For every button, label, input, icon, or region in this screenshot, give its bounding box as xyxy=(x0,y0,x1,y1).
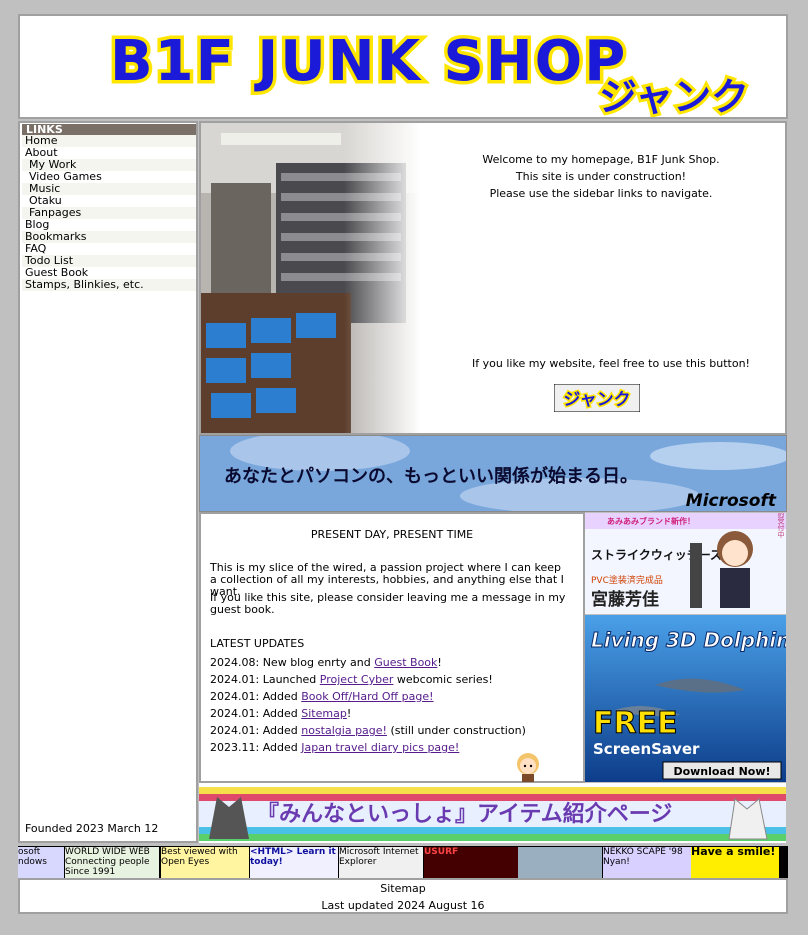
logo-kana: ジャンク xyxy=(599,75,749,117)
welcome-panel: Welcome to my homepage, B1F Junk Shop. T… xyxy=(199,121,787,435)
shop-photo xyxy=(201,123,421,433)
update-text: Added xyxy=(262,690,302,703)
logo-title: B1F JUNK SHOP xyxy=(110,29,627,94)
button-text: Best viewed with Open Eyes xyxy=(161,847,238,867)
update-text: Added xyxy=(262,707,302,720)
figure-ad-art: あみあみブランド新作！ ストライクウィッチーズ PVC塗装済完成品 宮藤芳佳 好… xyxy=(585,513,786,614)
html-button[interactable]: <HTML> Learn it today! xyxy=(250,847,338,878)
update-text: ! xyxy=(346,707,352,720)
update-date: 2024.01: xyxy=(210,690,260,703)
www-button[interactable]: WORLD WIDE WEB Connecting people Since 1… xyxy=(65,847,159,878)
button-text: Microsoft Internet Explorer xyxy=(339,847,419,867)
dolphin-ad-title: Living 3D Dolphins xyxy=(591,628,786,652)
figure-ad[interactable]: あみあみブランド新作！ ストライクウィッチーズ PVC塗装済完成品 宮藤芳佳 好… xyxy=(585,513,786,614)
have-a-smile-button[interactable]: Have a smile! xyxy=(691,847,779,878)
dolphin-screensaver-ad[interactable]: Living 3D Dolphins FREE ScreenSaver Down… xyxy=(585,615,786,782)
welcome-line-3: Please use the sidebar links to navigate… xyxy=(489,187,713,200)
updates-list: 2024.08: New blog enrty and Guest Book! … xyxy=(210,654,526,756)
update-item: 2024.08: New blog enrty and Guest Book! xyxy=(210,654,526,671)
microsoft-banner[interactable]: あなたとパソコンの、もっといい関係が始まる日。 Microsoft xyxy=(199,435,787,512)
update-text: Added xyxy=(262,741,302,754)
button-strip: osoft ndows WORLD WIDE WEB Connecting pe… xyxy=(18,846,788,878)
update-item: 2024.01: Added Book Off/Hard Off page! xyxy=(210,688,526,705)
figure-ad-name: 宮藤芳佳 xyxy=(591,589,659,610)
update-link-project-cyber[interactable]: Project Cyber xyxy=(320,673,394,686)
update-link-travel-diary[interactable]: Japan travel diary pics page! xyxy=(301,741,459,754)
button-text: Have a smile! xyxy=(691,847,776,858)
site-88x31-button[interactable]: ジャンク xyxy=(554,384,640,412)
news-panel: PRESENT DAY, PRESENT TIME This is my sli… xyxy=(199,512,585,783)
usurf-button[interactable]: USURF xyxy=(424,847,518,878)
update-text: New blog enrty and xyxy=(262,656,375,669)
item-banner-text: 『みんなといっしょ』アイテム紹介ページ xyxy=(257,801,672,827)
internet-explorer-button[interactable]: Microsoft Internet Explorer xyxy=(339,847,423,878)
update-text: webcomic series! xyxy=(393,673,493,686)
founded-date: Founded 2023 March 12 xyxy=(25,822,159,835)
button-text: WORLD WIDE WEB Connecting people Since 1… xyxy=(65,847,150,877)
news-heading: PRESENT DAY, PRESENT TIME xyxy=(310,528,474,541)
update-item: 2023.11: Added Japan travel diary pics p… xyxy=(210,739,526,756)
update-item: 2024.01: Added nostalgia page! (still un… xyxy=(210,722,526,739)
item-intro-banner[interactable]: 『みんなといっしょ』アイテム紹介ページ xyxy=(199,783,786,843)
figure-ad-sub: PVC塗装済完成品 xyxy=(591,574,663,586)
microsoft-banner-art: あなたとパソコンの、もっといい関係が始まる日。 Microsoft xyxy=(200,436,786,511)
eyes-button[interactable] xyxy=(518,847,602,878)
figure-ad-top: あみあみブランド新作！ xyxy=(607,516,695,526)
dolphin-ad-screensaver: ScreenSaver xyxy=(593,740,700,758)
update-text: Launched xyxy=(262,673,320,686)
figure-ad-side: 好評予約受付中 xyxy=(777,513,785,539)
update-date: 2023.11: xyxy=(210,741,260,754)
update-text: ! xyxy=(437,656,442,669)
update-link-guest-book[interactable]: Guest Book xyxy=(374,656,437,669)
sidebar-item-stamps[interactable]: Stamps, Blinkies, etc. xyxy=(22,279,196,291)
updates-heading: LATEST UPDATES xyxy=(210,637,305,650)
button-text: osoft ndows xyxy=(18,847,47,867)
update-text: (still under construction) xyxy=(386,724,526,737)
sidebar-item-bookmarks[interactable]: Bookmarks xyxy=(22,231,196,243)
button-text: <HTML> Learn it today! xyxy=(250,847,336,867)
footer: Sitemap Last updated 2024 August 16 xyxy=(18,878,788,914)
button-text: NEKKO SCAPE '98 Nyan! xyxy=(603,847,683,867)
update-item: 2024.01: Launched Project Cyber webcomic… xyxy=(210,671,526,688)
best-viewed-button[interactable]: Best viewed with Open Eyes xyxy=(161,847,249,878)
figure-ad-logo: ストライクウィッチーズ xyxy=(591,547,722,562)
sidebar: LINKS Home About My Work Video Games Mus… xyxy=(18,121,198,843)
nekko-scape-button[interactable]: NEKKO SCAPE '98 Nyan! xyxy=(603,847,691,878)
site-header: B1F JUNK SHOP ジャンク xyxy=(18,14,788,119)
windows-button[interactable]: osoft ndows xyxy=(18,847,64,878)
update-item: 2024.01: Added Sitemap! xyxy=(210,705,526,722)
button-text: USURF xyxy=(424,847,459,857)
update-date: 2024.01: xyxy=(210,673,260,686)
update-text: Added xyxy=(262,724,302,737)
news-guestbook-note: If you like this site, please consider l… xyxy=(210,591,566,616)
update-link-nostalgia[interactable]: nostalgia page! xyxy=(301,724,387,737)
welcome-line-2: This site is under construction! xyxy=(515,170,687,183)
site-logo[interactable]: B1F JUNK SHOP ジャンク xyxy=(104,22,764,118)
dolphin-ad-free: FREE xyxy=(593,706,678,741)
sidebar-links: Home About My Work Video Games Music Ota… xyxy=(22,135,196,291)
update-date: 2024.01: xyxy=(210,707,260,720)
welcome-text: Welcome to my homepage, B1F Junk Shop. T… xyxy=(451,151,751,202)
welcome-line-1: Welcome to my homepage, B1F Junk Shop. xyxy=(482,153,720,166)
dolphin-ad-art: Living 3D Dolphins FREE ScreenSaver Down… xyxy=(585,615,786,782)
item-banner-art: 『みんなといっしょ』アイテム紹介ページ xyxy=(199,783,786,843)
footer-last-updated: Last updated 2024 August 16 xyxy=(321,899,485,912)
site-button-text: ジャンク xyxy=(563,390,630,410)
update-date: 2024.01: xyxy=(210,724,260,737)
update-link-sitemap[interactable]: Sitemap xyxy=(301,707,347,720)
update-date: 2024.08: xyxy=(210,656,260,669)
button-prompt: If you like my website, feel free to use… xyxy=(472,357,750,370)
footer-sitemap-link[interactable]: Sitemap xyxy=(20,882,786,895)
update-link-book-off[interactable]: Book Off/Hard Off page! xyxy=(301,690,433,703)
download-now-button[interactable]: Download Now! xyxy=(673,765,770,778)
chibi-character-icon xyxy=(517,753,539,782)
microsoft-logo: Microsoft xyxy=(686,491,777,511)
ms-banner-text: あなたとパソコンの、もっといい関係が始まる日。 xyxy=(224,465,638,487)
